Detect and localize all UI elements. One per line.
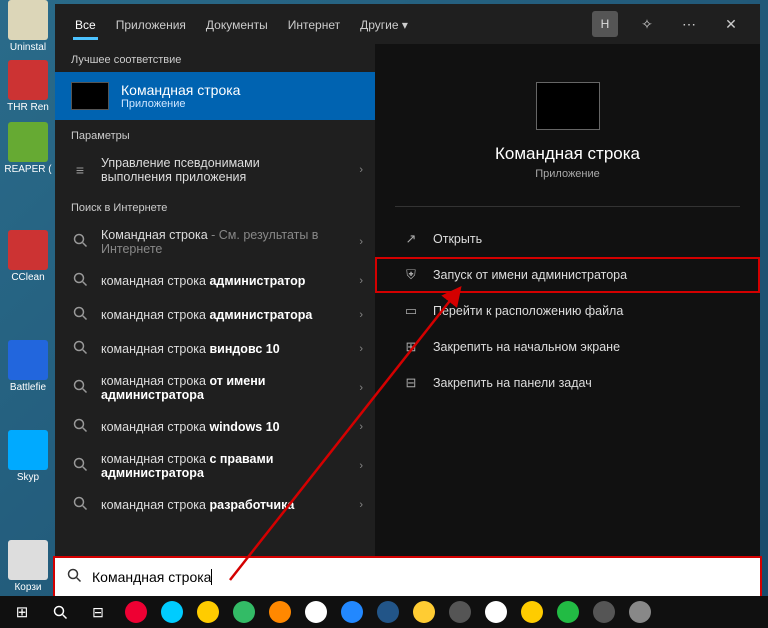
action-icon: ⛨ [403, 267, 419, 283]
close-icon[interactable]: ✕ [718, 11, 744, 37]
search-icon [71, 233, 89, 251]
taskbar-app[interactable] [154, 596, 190, 628]
chevron-right-icon: › [359, 343, 363, 355]
taskbar-app[interactable] [298, 596, 334, 628]
more-icon[interactable]: ⋯ [676, 11, 702, 37]
search-icon [71, 457, 89, 475]
best-match-item[interactable]: Командная строка Приложение [55, 72, 375, 120]
action-icon: ⊞ [403, 339, 419, 355]
web-result-item[interactable]: Командная строка - См. результаты в Инте… [55, 220, 375, 264]
start-search-panel: ВсеПриложенияДокументыИнтернетДругие ▾ Н… [55, 4, 760, 594]
preview-action[interactable]: ⊟ Закрепить на панели задач [375, 365, 760, 401]
chevron-right-icon: › [359, 460, 363, 472]
taskbar-app[interactable] [478, 596, 514, 628]
action-icon: ⊟ [403, 375, 419, 391]
search-icon [71, 272, 89, 290]
results-column: Лучшее соответствие Командная строка При… [55, 44, 375, 594]
chevron-right-icon: › [359, 275, 363, 287]
taskbar-app[interactable] [550, 596, 586, 628]
chevron-right-icon: › [359, 236, 363, 248]
preview-action[interactable]: ▭ Перейти к расположению файла [375, 293, 760, 329]
best-match-subtitle: Приложение [121, 98, 240, 110]
web-result-item[interactable]: командная строка администратор› [55, 264, 375, 298]
search-icon [71, 306, 89, 324]
search-tab[interactable]: Приложения [106, 8, 196, 40]
preview-action[interactable]: ⛨ Запуск от имени администратора [375, 257, 760, 293]
search-tab[interactable]: Документы [196, 8, 278, 40]
action-label: Перейти к расположению файла [433, 304, 623, 318]
settings-item-alias[interactable]: ≡ Управление псевдонимами выполнения при… [55, 148, 375, 192]
desktop-shortcut[interactable]: Battlefie [2, 340, 54, 393]
start-button[interactable]: ⊞ [4, 596, 40, 628]
chevron-right-icon: › [359, 499, 363, 511]
desktop-shortcut[interactable]: Корзи [2, 540, 54, 593]
taskbar-app[interactable] [370, 596, 406, 628]
taskbar-app[interactable] [406, 596, 442, 628]
action-icon: ↗ [403, 231, 419, 247]
desktop-shortcut[interactable]: Skyp [2, 430, 54, 483]
web-result-item[interactable]: командная строка разработчика› [55, 488, 375, 522]
preview-title: Командная строка [375, 144, 760, 164]
web-result-item[interactable]: командная строка от имени администратора… [55, 366, 375, 410]
chevron-right-icon: › [359, 164, 363, 176]
desktop-shortcut[interactable]: REAPER ( [2, 122, 54, 175]
search-input-text: Командная строка [92, 569, 211, 585]
taskbar-app[interactable] [514, 596, 550, 628]
web-result-item[interactable]: командная строка windows 10› [55, 410, 375, 444]
web-results-list: Командная строка - См. результаты в Инте… [55, 220, 375, 594]
search-bar[interactable]: Командная строка [55, 558, 760, 596]
taskbar-app[interactable] [622, 596, 658, 628]
search-icon [67, 568, 82, 587]
search-icon [71, 418, 89, 436]
task-view-icon[interactable]: ⊟ [80, 596, 116, 628]
taskbar-app[interactable] [190, 596, 226, 628]
action-label: Запуск от имени администратора [433, 268, 627, 282]
chevron-right-icon: › [359, 309, 363, 321]
web-result-item[interactable]: командная строка с правами администратор… [55, 444, 375, 488]
settings-item-label: Управление псевдонимами выполнения прило… [101, 156, 331, 184]
best-match-title: Командная строка [121, 82, 240, 98]
desktop-shortcut[interactable]: THR Ren [2, 60, 54, 113]
action-label: Открыть [433, 232, 482, 246]
preview-action[interactable]: ↗ Открыть [375, 221, 760, 257]
search-icon [71, 496, 89, 514]
divider [395, 206, 740, 207]
preview-pane: Командная строка Приложение ↗ Открыть ⛨ Зап… [375, 44, 760, 594]
search-tab[interactable]: Все [65, 8, 106, 40]
preview-subtitle: Приложение [375, 168, 760, 180]
cmd-thumbnail-icon [71, 82, 109, 110]
best-match-header: Лучшее соответствие [55, 44, 375, 72]
user-avatar[interactable]: Н [592, 11, 618, 37]
taskbar-search-icon[interactable] [42, 596, 78, 628]
taskbar-app[interactable] [442, 596, 478, 628]
preview-app-icon [536, 82, 600, 130]
search-tab[interactable]: Другие ▾ [350, 8, 418, 40]
taskbar-app[interactable] [262, 596, 298, 628]
chevron-right-icon: › [359, 421, 363, 433]
search-tabs: ВсеПриложенияДокументыИнтернетДругие ▾ Н… [55, 4, 760, 44]
feedback-icon[interactable]: ✧ [634, 11, 660, 37]
action-icon: ▭ [403, 303, 419, 319]
websearch-header: Поиск в Интернете [55, 192, 375, 220]
taskbar: ⊞ ⊟ [0, 596, 768, 628]
desktop-shortcut[interactable]: Uninstal [2, 0, 54, 53]
preview-action[interactable]: ⊞ Закрепить на начальном экране [375, 329, 760, 365]
taskbar-app[interactable] [334, 596, 370, 628]
search-icon [71, 379, 89, 397]
taskbar-app[interactable] [586, 596, 622, 628]
taskbar-app[interactable] [226, 596, 262, 628]
search-icon [71, 340, 89, 358]
search-tab[interactable]: Интернет [278, 8, 350, 40]
chevron-right-icon: › [359, 382, 363, 394]
desktop-shortcut[interactable]: CClean [2, 230, 54, 283]
settings-list-icon: ≡ [71, 162, 89, 178]
action-label: Закрепить на панели задач [433, 376, 592, 390]
taskbar-app[interactable] [118, 596, 154, 628]
settings-header: Параметры [55, 120, 375, 148]
action-label: Закрепить на начальном экране [433, 340, 620, 354]
web-result-item[interactable]: командная строка администратора› [55, 298, 375, 332]
web-result-item[interactable]: командная строка виндовс 10› [55, 332, 375, 366]
